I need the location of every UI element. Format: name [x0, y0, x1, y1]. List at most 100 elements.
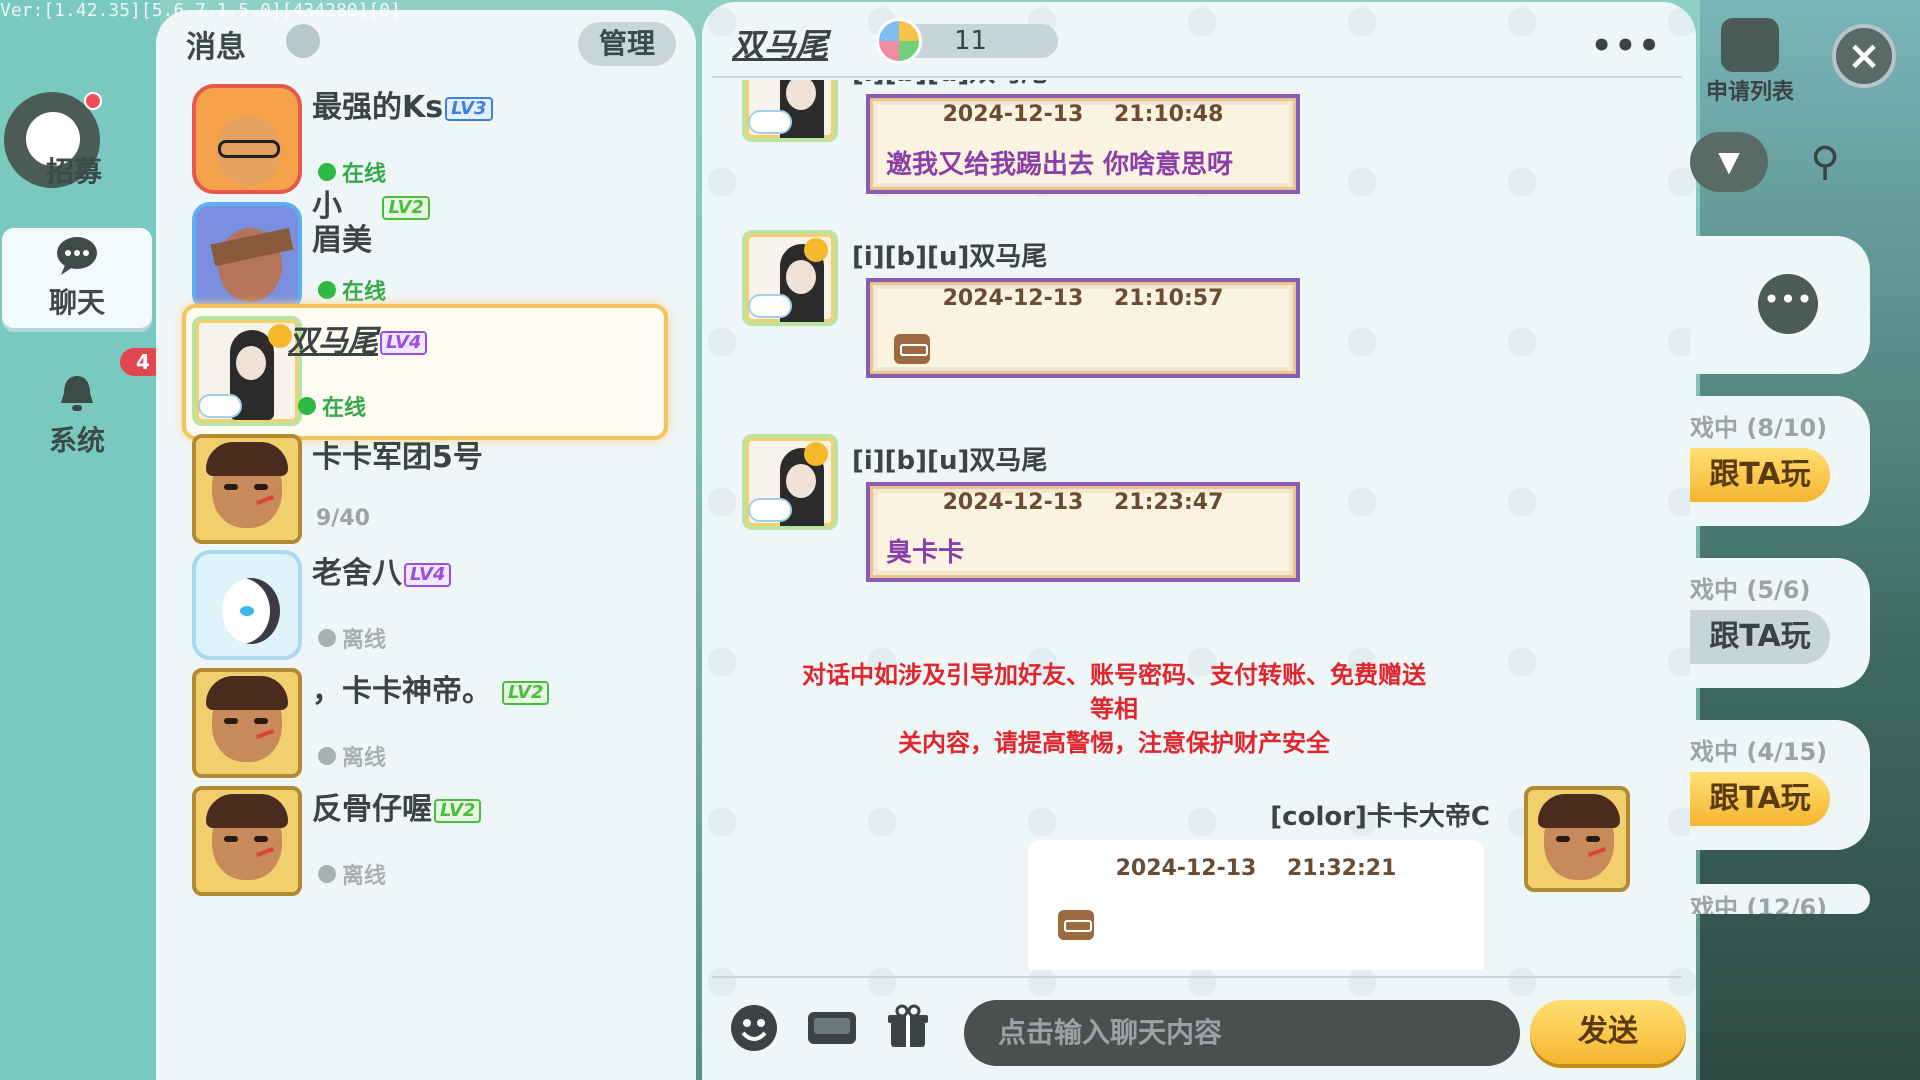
my-avatar[interactable]	[1524, 786, 1630, 892]
room-card: 戏中 (8/10) 跟TA玩	[1690, 396, 1870, 526]
list-icon	[1721, 18, 1779, 72]
sender-avatar[interactable]	[742, 80, 838, 142]
my-message-item: [color]卡卡大帝C 2024-12-13 21:32:21	[702, 786, 1696, 970]
level-badge: LV4	[404, 562, 452, 587]
search-icon[interactable]: ⚲	[1786, 132, 1864, 192]
gift-icon[interactable]	[880, 1000, 936, 1056]
contact-status: 在线	[298, 390, 366, 422]
sender-avatar[interactable]	[742, 230, 838, 326]
tab-chat[interactable]: 聊天	[2, 228, 152, 328]
contact-item[interactable]: 老舍八 LV4 离线	[182, 538, 668, 674]
cloud-icon	[750, 112, 790, 132]
message-bubble: 2024-12-13 21:10:48 邀我又给我踢出去 你啥意思呀	[866, 94, 1300, 194]
contact-avatar	[192, 668, 302, 778]
more-options-button[interactable]: •••	[1591, 26, 1662, 66]
contact-avatar	[192, 434, 302, 544]
contact-item[interactable]: ，卡卡神帝。 LV2 离线	[182, 656, 668, 792]
sender-name: [i][b][u]双马尾	[852, 242, 1048, 272]
my-name: [color]卡卡大帝C	[1270, 802, 1490, 832]
contact-avatar	[192, 786, 302, 896]
join-button[interactable]: 跟TA玩	[1690, 448, 1830, 502]
level-badge: LV2	[434, 798, 482, 823]
contact-item[interactable]: 反骨仔喔 LV2 离线	[182, 774, 668, 910]
close-button[interactable]: ×	[1832, 24, 1896, 88]
contact-status: 在线	[318, 274, 386, 306]
online-dot-icon	[318, 281, 336, 299]
tab-system-label: 系统	[48, 424, 105, 457]
contact-item-selected[interactable]: 双马尾 LV4 在线	[182, 304, 668, 440]
left-rail: 招募 聊天 系统 4	[0, 0, 166, 1080]
online-dot-icon	[298, 397, 316, 415]
room-status: 戏中 (8/10)	[1690, 414, 1828, 442]
list-header: 消息 管理	[186, 16, 676, 66]
safety-warning: 对话中如涉及引导加好友、账号密码、支付转账、免费赠送等相 关内容，请提高警惕，注…	[802, 661, 1426, 757]
message-bubble: 2024-12-13 21:10:57	[866, 278, 1300, 378]
offline-dot-icon	[318, 865, 336, 883]
recruit-label: 招募	[46, 155, 103, 188]
sender-name: [i][b][u]双马尾	[852, 80, 1047, 89]
card-icon[interactable]	[804, 1000, 860, 1056]
contact-name: ，卡卡神帝。 LV2	[312, 666, 550, 710]
my-message-bubble: 2024-12-13 21:32:21	[1028, 840, 1484, 970]
friendship-level-number: 11	[954, 26, 988, 56]
group-name: 卡卡军团5号	[312, 440, 483, 475]
message-time: 2024-12-13 21:10:48	[942, 102, 1224, 127]
sender-avatar[interactable]	[742, 434, 838, 530]
join-button[interactable]: 跟TA玩	[1690, 772, 1830, 826]
chat-title: 双马尾	[732, 26, 829, 64]
chat-bubble-icon[interactable]: •••	[1758, 274, 1818, 334]
offline-dot-icon	[318, 629, 336, 647]
contact-avatar	[192, 550, 302, 660]
recruit-button[interactable]: 招募	[4, 92, 108, 190]
message-area[interactable]: [i][b][u]双马尾 2024-12-13 21:10:48 邀我又给我踢出…	[702, 80, 1696, 970]
chat-header: 双马尾 11 •••	[732, 18, 1672, 76]
contact-status: 离线	[318, 740, 386, 772]
chat-input[interactable]	[964, 1000, 1520, 1066]
message-time: 2024-12-13 21:32:21	[1115, 856, 1397, 881]
chat-bubble-icon	[54, 235, 100, 275]
sender-name: [i][b][u]双马尾	[852, 446, 1048, 476]
room-status: 戏中 (4/15)	[1690, 738, 1828, 766]
message-text: 邀我又给我踢出去 你啥意思呀	[886, 150, 1234, 180]
contact-name: 反骨仔喔 LV2	[312, 784, 482, 828]
cloud-icon	[200, 396, 240, 416]
contact-status: 离线	[318, 858, 386, 890]
apply-list-label: 申请列表	[1705, 80, 1794, 105]
room-status: 戏中 (12/6)	[1690, 894, 1828, 914]
dropdown-chevron-icon[interactable]: ▼	[1690, 132, 1768, 192]
emoji-icon[interactable]	[726, 1000, 782, 1056]
room-card: 戏中 (4/15) 跟TA玩	[1690, 720, 1870, 850]
send-button[interactable]: 发送	[1530, 1000, 1686, 1064]
contact-item[interactable]: 最强的Ks LV3 在线	[182, 72, 668, 208]
chat-panel: 双马尾 11 ••• [i][b][u]双马尾 2024-12-13 21:10…	[702, 2, 1696, 1080]
tab-system[interactable]: 系统	[2, 366, 152, 466]
contact-avatar	[192, 84, 302, 194]
room-status: 戏中 (5/6)	[1690, 576, 1811, 604]
input-bar: 发送	[702, 976, 1696, 1080]
message-text: 臭卡卡	[886, 538, 965, 568]
sticker-icon	[894, 334, 930, 364]
contact-avatar	[192, 202, 302, 312]
contact-name: 最强的Ks LV3	[312, 82, 493, 126]
contact-name: 双马尾 LV4	[288, 316, 428, 360]
message-time: 2024-12-13 21:23:47	[942, 490, 1224, 515]
room-card: 戏中 (12/6)	[1690, 884, 1870, 914]
cloud-icon	[750, 296, 790, 316]
level-badge: LV4	[380, 330, 428, 355]
notification-dot	[84, 92, 102, 110]
group-member-count: 9/40	[316, 506, 370, 531]
manage-button[interactable]: 管理	[578, 22, 676, 66]
message-bubble: 2024-12-13 21:23:47 臭卡卡	[866, 482, 1300, 582]
online-dot-icon	[318, 163, 336, 181]
cloud-icon	[750, 500, 790, 520]
message-list-panel: 消息 管理 最强的Ks LV3 在线 小 LV2 眉美 在线 双马尾 LV4 在线 卡…	[156, 10, 696, 1080]
friendship-level: 11	[876, 18, 1058, 64]
bell-icon	[54, 373, 100, 413]
join-button[interactable]: 跟TA玩	[1690, 610, 1830, 664]
level-badge: LV2	[502, 680, 550, 705]
clear-icon[interactable]	[286, 24, 320, 58]
contact-status: 在线	[318, 156, 386, 188]
apply-list-button[interactable]: 申请列表	[1690, 18, 1810, 108]
room-card: 戏中 (5/6) 跟TA玩	[1690, 558, 1870, 688]
side-chat-card: •••	[1690, 236, 1870, 374]
